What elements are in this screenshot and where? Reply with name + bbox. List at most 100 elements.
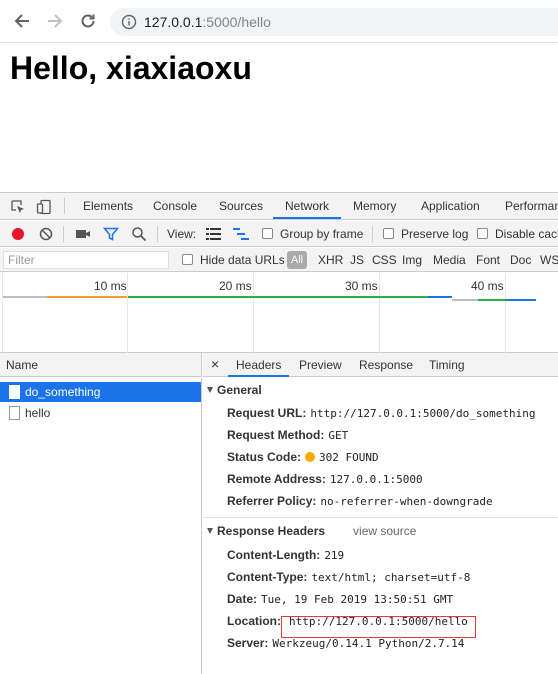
- group-by-frame-label: Group by frame: [280, 227, 364, 241]
- date-row: Date: Tue, 19 Feb 2019 13:50:51 GMT: [227, 592, 453, 606]
- overview-gridline: [505, 273, 506, 353]
- referrer-policy-row: Referrer Policy: no-referrer-when-downgra…: [227, 494, 493, 508]
- record-icon[interactable]: [10, 226, 26, 242]
- devtools-tabbar: Elements Console Sources Network Memory …: [0, 193, 558, 220]
- device-toolbar-icon[interactable]: [36, 199, 52, 215]
- address-bar[interactable]: 127.0.0.1:5000/hello: [110, 8, 558, 36]
- url-text[interactable]: 127.0.0.1:5000/hello: [144, 14, 271, 30]
- view-source-link[interactable]: view source: [353, 524, 416, 538]
- tab-headers[interactable]: Headers: [228, 353, 290, 377]
- back-button[interactable]: [12, 11, 32, 31]
- filter-type-js[interactable]: JS: [350, 253, 364, 267]
- overview-gridline: [253, 273, 254, 353]
- preserve-log-checkbox[interactable]: [383, 228, 394, 239]
- status-code-row: Status Code: 302 FOUND: [227, 450, 379, 464]
- tabbar-separator: [64, 198, 65, 214]
- info-icon[interactable]: [121, 14, 137, 30]
- tab-performance[interactable]: Performan: [505, 193, 558, 219]
- toolbar-separator: [372, 226, 373, 242]
- tab-preview[interactable]: Preview: [299, 353, 342, 377]
- network-overview[interactable]: 10 ms 20 ms 30 ms 40 ms: [0, 273, 558, 353]
- header-value: Werkzeug/0.14.1 Python/2.7.14: [272, 637, 465, 650]
- toolbar-separator: [63, 226, 64, 242]
- filter-bar: Filter Hide data URLs All XHR JS CSS Img…: [0, 248, 558, 272]
- reload-icon: [81, 14, 95, 28]
- response-headers-toggle[interactable]: Response Headers view source: [207, 524, 416, 538]
- header-key: Request Method:: [227, 428, 325, 442]
- header-key: Referrer Policy:: [227, 494, 317, 508]
- request-name: do_something: [25, 385, 101, 399]
- large-rows-icon[interactable]: [206, 227, 221, 241]
- filter-type-all[interactable]: All: [287, 251, 307, 269]
- network-toolbar: View: Group by frame Preserve log Disabl…: [0, 221, 558, 247]
- group-by-frame-checkbox[interactable]: [262, 228, 273, 239]
- general-section-toggle[interactable]: General: [207, 383, 262, 397]
- header-value: GET: [328, 429, 349, 442]
- inspect-element-icon[interactable]: [10, 199, 26, 215]
- tab-memory[interactable]: Memory: [353, 193, 396, 219]
- tab-response[interactable]: Response: [359, 353, 413, 377]
- status-warning-icon: [305, 452, 316, 462]
- overview-tick: 40 ms: [471, 279, 504, 293]
- header-key: Server:: [227, 636, 269, 650]
- overview-bar-request-2: [478, 299, 506, 301]
- search-icon[interactable]: [131, 226, 147, 242]
- requests-list: do_something hello: [0, 378, 202, 674]
- document-icon: [9, 406, 20, 420]
- close-icon[interactable]: ×: [211, 356, 219, 372]
- tab-application[interactable]: Application: [421, 193, 480, 219]
- filter-type-css[interactable]: CSS: [372, 253, 397, 267]
- content-type-row: Content-Type: text/html; charset=utf-8: [227, 570, 470, 584]
- header-key: Location:: [227, 614, 281, 628]
- capture-screenshots-icon[interactable]: [75, 226, 91, 242]
- filter-type-doc[interactable]: Doc: [510, 253, 531, 267]
- header-value: text/html; charset=utf-8: [311, 571, 471, 584]
- disable-cache-label: Disable cach: [495, 227, 558, 241]
- triangle-down-icon: [207, 387, 213, 393]
- preserve-log-label: Preserve log: [401, 227, 469, 241]
- request-row-hello[interactable]: hello: [0, 403, 201, 423]
- hide-data-urls-checkbox[interactable]: [182, 254, 193, 265]
- filter-input[interactable]: Filter: [3, 251, 169, 269]
- url-path: :5000/hello: [202, 14, 271, 30]
- filter-type-font[interactable]: Font: [476, 253, 500, 267]
- filter-type-xhr[interactable]: XHR: [318, 253, 343, 267]
- location-highlight-box: [281, 616, 476, 638]
- tab-console[interactable]: Console: [153, 193, 197, 219]
- server-row: Server: Werkzeug/0.14.1 Python/2.7.14: [227, 636, 464, 650]
- forward-button[interactable]: [45, 11, 65, 31]
- document-icon: [9, 385, 20, 399]
- overview-bar-stalled: [3, 296, 47, 298]
- overview-tick: 20 ms: [219, 279, 252, 293]
- overview-gridline: [2, 273, 3, 353]
- filter-icon[interactable]: [103, 226, 119, 242]
- waterfall-icon[interactable]: [233, 227, 249, 241]
- triangle-down-icon: [207, 528, 213, 534]
- tab-timing[interactable]: Timing: [429, 353, 465, 377]
- clear-icon[interactable]: [38, 226, 54, 242]
- overview-gridline: [379, 273, 380, 353]
- request-row-do-something[interactable]: do_something: [0, 382, 201, 402]
- tab-network[interactable]: Network: [273, 193, 342, 219]
- header-value: no-referrer-when-downgrade: [320, 495, 493, 508]
- tab-elements[interactable]: Elements: [83, 193, 133, 219]
- filter-type-media[interactable]: Media: [433, 253, 466, 267]
- filter-type-ws[interactable]: WS: [540, 253, 558, 267]
- request-method-row: Request Method: GET: [227, 428, 348, 442]
- reload-button[interactable]: [78, 11, 98, 31]
- hide-data-urls-label: Hide data URLs: [200, 253, 285, 267]
- header-key: Content-Length:: [227, 548, 321, 562]
- header-value: 302 FOUND: [319, 451, 379, 464]
- header-value: http://127.0.0.1:5000/do_something: [310, 407, 536, 420]
- browser-toolbar: 127.0.0.1:5000/hello: [0, 0, 558, 43]
- section-divider: [203, 517, 558, 518]
- filter-type-img[interactable]: Img: [402, 253, 422, 267]
- arrow-right-icon: [48, 14, 63, 28]
- arrow-left-icon: [14, 14, 29, 28]
- disable-cache-checkbox[interactable]: [477, 228, 488, 239]
- response-headers-title: Response Headers: [217, 524, 326, 538]
- header-key: Request URL:: [227, 406, 307, 420]
- tab-sources[interactable]: Sources: [219, 193, 263, 219]
- remote-address-row: Remote Address: 127.0.0.1:5000: [227, 472, 423, 486]
- requests-column-header[interactable]: Name: [0, 353, 202, 377]
